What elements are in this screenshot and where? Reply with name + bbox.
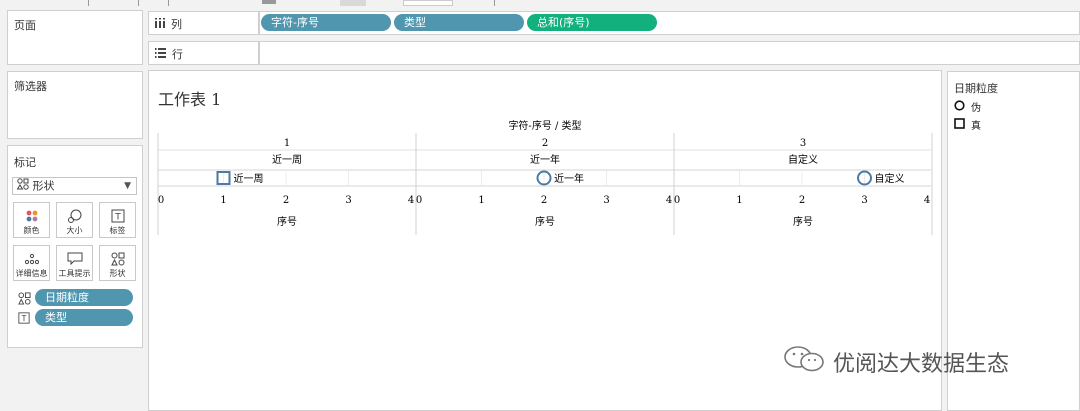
- legend-item-true[interactable]: 真: [954, 117, 981, 132]
- x-tick-label: 1: [220, 195, 226, 206]
- x-tick-label: 4: [408, 195, 414, 206]
- group-header-label: 1: [284, 138, 290, 149]
- x-tick-label: 0: [416, 195, 422, 206]
- x-tick-label: 3: [603, 195, 609, 206]
- wechat-icon: [783, 344, 827, 380]
- x-tick-label: 0: [158, 195, 164, 206]
- x-axis-title: 序号: [535, 215, 555, 228]
- x-tick-label: 4: [666, 195, 672, 206]
- watermark-text: 优阅达大数据生态: [833, 352, 1010, 377]
- category-header-label: 近一年: [530, 153, 560, 166]
- x-tick-label: 2: [799, 195, 805, 206]
- header-title: 字符-序号 / 类型: [508, 119, 581, 132]
- x-axis-title: 序号: [793, 215, 813, 228]
- x-tick-label: 3: [861, 195, 867, 206]
- data-point-label: 近一周: [234, 172, 264, 185]
- legend-title: 日期粒度: [954, 82, 998, 95]
- group-header-label: 2: [542, 138, 548, 149]
- group-header-label: 3: [800, 138, 806, 149]
- x-axis-title: 序号: [277, 215, 297, 228]
- square-shape-icon: [954, 117, 965, 132]
- watermark: 优阅达大数据生态: [783, 344, 1009, 380]
- x-tick-label: 1: [478, 195, 484, 206]
- x-tick-label: 2: [283, 195, 289, 206]
- legend-item-label: 真: [971, 121, 981, 132]
- legend-item-false[interactable]: 伪: [954, 99, 981, 114]
- data-point-label: 近一年: [554, 172, 584, 185]
- category-header-label: 近一周: [272, 153, 302, 166]
- circle-shape-icon: [954, 99, 965, 114]
- x-tick-label: 4: [924, 195, 930, 206]
- x-tick-label: 3: [345, 195, 351, 206]
- x-tick-label: 2: [541, 195, 547, 206]
- legend-item-label: 伪: [971, 103, 981, 114]
- data-point-label: 自定义: [875, 172, 905, 185]
- x-tick-label: 1: [736, 195, 742, 206]
- category-header-label: 自定义: [788, 153, 818, 166]
- x-tick-label: 0: [674, 195, 680, 206]
